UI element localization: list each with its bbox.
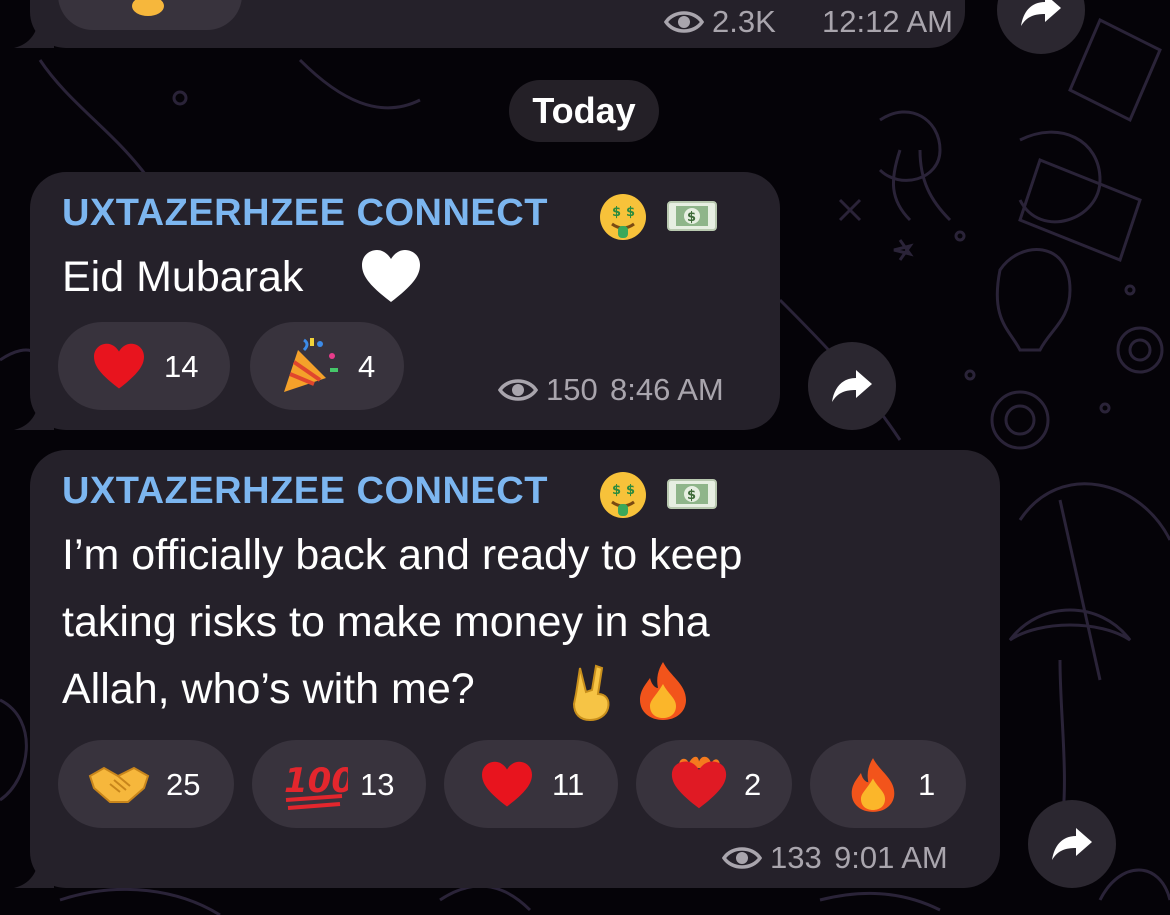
message-bubble[interactable]: UXTAZERHZEE CONNECT $ $ $ I’m officially… [30, 450, 1000, 888]
message-text-line: taking risks to make money in sha [62, 598, 710, 646]
dollar-banknote-icon: $ [667, 201, 717, 231]
message-text-line: Allah, who’s with me? [62, 665, 475, 713]
view-count: 150 [546, 372, 598, 407]
reaction-pill[interactable]: 2 [636, 740, 792, 828]
handshake-icon [88, 766, 150, 803]
sender-name[interactable]: UXTAZERHZEE CONNECT [62, 192, 548, 235]
white-heart-icon [362, 250, 420, 302]
hundred-points-icon: 100 [284, 761, 348, 810]
fire-icon [640, 662, 686, 720]
reaction-pill[interactable]: 11 [444, 740, 618, 828]
dollar-banknote-icon: $ [667, 479, 717, 509]
svg-text:$: $ [687, 488, 696, 503]
view-count: 133 [770, 840, 822, 875]
money-mouth-face-icon: $ $ [600, 194, 646, 240]
party-popper-icon [284, 338, 338, 392]
share-arrow-icon [1021, 0, 1061, 26]
svg-text:$: $ [612, 483, 621, 498]
money-mouth-face-icon: $ $ [600, 472, 646, 518]
svg-text:$: $ [687, 210, 696, 225]
forward-button[interactable] [808, 342, 896, 430]
svg-text:$: $ [626, 205, 635, 220]
previous-reaction-pill[interactable] [58, 0, 242, 30]
chat-screen: 2.3K 12:12 AM Today UXTAZERHZEE CONNECT … [0, 0, 1170, 915]
date-separator: Today [509, 80, 659, 142]
message-time: 9:01 AM [834, 840, 948, 875]
svg-text:$: $ [612, 205, 621, 220]
reaction-count: 1 [918, 767, 936, 802]
forward-button[interactable] [1028, 800, 1116, 888]
message-time: 8:46 AM [610, 372, 724, 407]
message-time: 12:12 AM [822, 4, 953, 39]
share-arrow-icon [832, 370, 872, 402]
fire-icon [851, 758, 895, 812]
reaction-pill[interactable]: 14 [58, 322, 230, 410]
reaction-count: 13 [360, 767, 395, 802]
date-separator-label: Today [532, 90, 636, 131]
reaction-count: 2 [744, 767, 762, 802]
message-meta: 150 8:46 AM [498, 372, 758, 412]
eye-icon [664, 11, 704, 33]
previous-message-meta: 2.3K 12:12 AM [664, 4, 953, 44]
reaction-count: 14 [164, 349, 199, 384]
heart-on-fire-icon [671, 756, 727, 809]
view-count: 2.3K [712, 4, 776, 39]
victory-hand-icon [572, 664, 610, 722]
sender-name[interactable]: UXTAZERHZEE CONNECT [62, 470, 548, 513]
red-heart-icon [94, 343, 144, 389]
reaction-count: 25 [166, 767, 201, 802]
reaction-count: 11 [552, 767, 585, 802]
reaction-pill[interactable]: 4 [250, 322, 404, 410]
bubble-tail [14, 18, 54, 48]
message-text: Eid Mubarak [62, 253, 304, 301]
previous-message-bubble[interactable]: 2.3K 12:12 AM [30, 0, 965, 48]
reaction-pill[interactable]: 25 [58, 740, 234, 828]
svg-text:$: $ [626, 483, 635, 498]
reaction-count: 4 [358, 349, 376, 384]
bubble-tail [14, 858, 54, 888]
share-arrow-icon [1052, 828, 1092, 860]
handshake-icon [132, 0, 164, 16]
eye-icon [722, 847, 762, 869]
bubble-tail [14, 400, 54, 430]
reaction-pill[interactable]: 100 13 [252, 740, 426, 828]
message-meta: 133 9:01 AM [722, 840, 982, 880]
message-bubble[interactable]: UXTAZERHZEE CONNECT $ $ $ Eid Mubarak 14 [30, 172, 780, 430]
red-heart-icon [482, 761, 532, 807]
message-text-line: I’m officially back and ready to keep [62, 531, 743, 579]
eye-icon [498, 379, 538, 401]
reaction-pill[interactable]: 1 [810, 740, 966, 828]
